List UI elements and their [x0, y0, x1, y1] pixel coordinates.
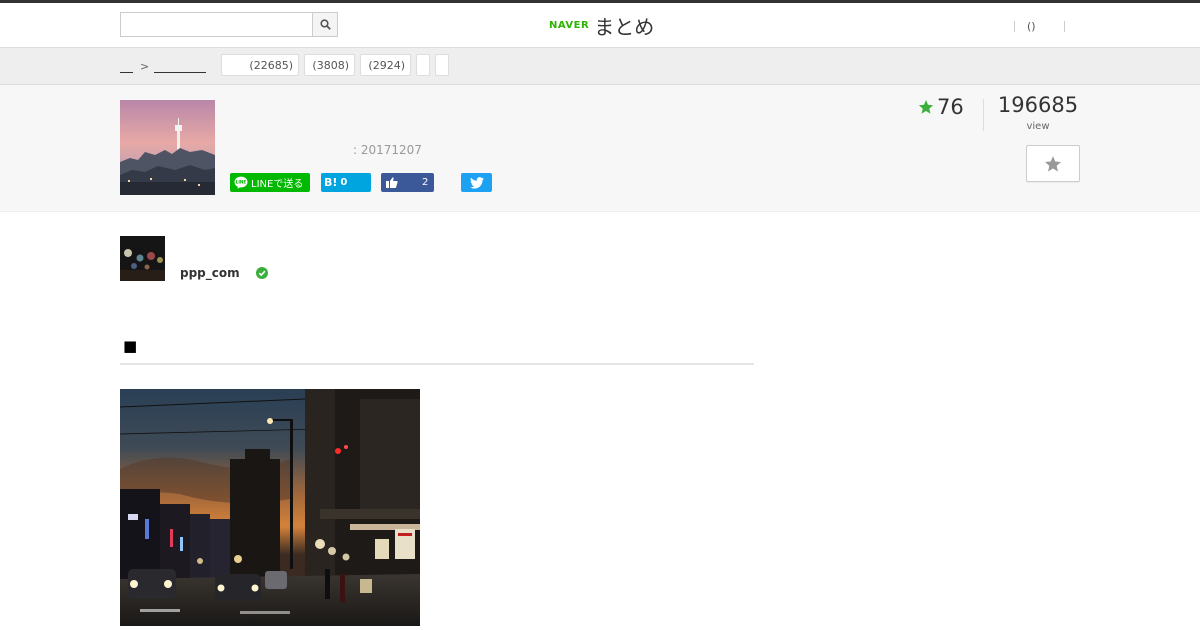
kyoto-tower-thumbnail-image: [120, 100, 215, 195]
facebook-like-count: 2: [422, 177, 429, 188]
article-date: : 20171207: [353, 143, 422, 157]
view-count: 196685: [997, 93, 1079, 117]
author-avatar[interactable]: [120, 236, 165, 281]
category-bar: > (22685) (3808) (2924): [0, 48, 1200, 85]
section-heading: ■: [120, 336, 754, 365]
favorite-count-value: 76: [937, 95, 964, 119]
favorite-star-icon: [1044, 155, 1062, 171]
breadcrumb-separator: >: [140, 60, 150, 73]
hatena-bookmark-button[interactable]: B! 0: [321, 173, 371, 192]
article-thumbnail[interactable]: [120, 100, 215, 195]
hatena-count: 0: [340, 177, 348, 188]
search-box: [120, 12, 338, 37]
svg-text:LINE: LINE: [236, 180, 247, 185]
section-marker: ■: [123, 337, 138, 355]
view-label: view: [1026, 121, 1050, 132]
search-button[interactable]: [312, 13, 337, 36]
tag-2[interactable]: (3808): [304, 54, 355, 76]
header-nav: (): [1014, 18, 1065, 34]
twitter-share-button[interactable]: [461, 173, 492, 192]
tag-1[interactable]: (22685): [221, 54, 299, 76]
kyoto-street-night-photo[interactable]: [120, 389, 420, 626]
bokeh-avatar-image: [120, 236, 165, 281]
street-dusk-image: [120, 389, 420, 626]
logo-matome: まとめ: [594, 14, 655, 39]
tag-count: (2924): [368, 58, 405, 72]
tag-3[interactable]: (2924): [360, 54, 411, 76]
line-share-button[interactable]: LINE LINEで送る: [230, 173, 310, 192]
stats-separator: [983, 99, 984, 131]
header-link-mypage[interactable]: (): [1015, 20, 1048, 33]
header-separator: [1063, 20, 1065, 32]
tag-count: (22685): [249, 58, 293, 72]
tag-count: (3808): [312, 58, 349, 72]
breadcrumb-category[interactable]: [154, 58, 206, 73]
article-header: : 20171207 LINE LINEで送る B! 0 2 76 196685…: [0, 85, 1200, 212]
site-logo[interactable]: NAVER まとめ: [549, 12, 655, 39]
breadcrumb-home[interactable]: [120, 58, 133, 73]
like-icon: [386, 177, 398, 188]
tag-5[interactable]: [435, 54, 449, 76]
line-share-label: LINEで送る: [251, 179, 304, 190]
line-icon: LINE: [234, 176, 248, 189]
star-icon: [918, 100, 934, 114]
logo-naver: NAVER: [549, 19, 590, 31]
author-name[interactable]: ppp_com: [180, 266, 240, 280]
twitter-icon: [469, 176, 484, 189]
tag-4[interactable]: [416, 54, 430, 76]
site-header: NAVER まとめ (): [0, 3, 1200, 48]
facebook-like-button[interactable]: 2: [381, 173, 434, 192]
favorite-count: 76: [918, 95, 964, 119]
add-favorite-button[interactable]: [1026, 145, 1080, 182]
search-input[interactable]: [121, 13, 315, 36]
hatena-icon: B!: [324, 176, 338, 189]
verified-icon: [256, 267, 268, 279]
search-icon: [319, 19, 331, 30]
